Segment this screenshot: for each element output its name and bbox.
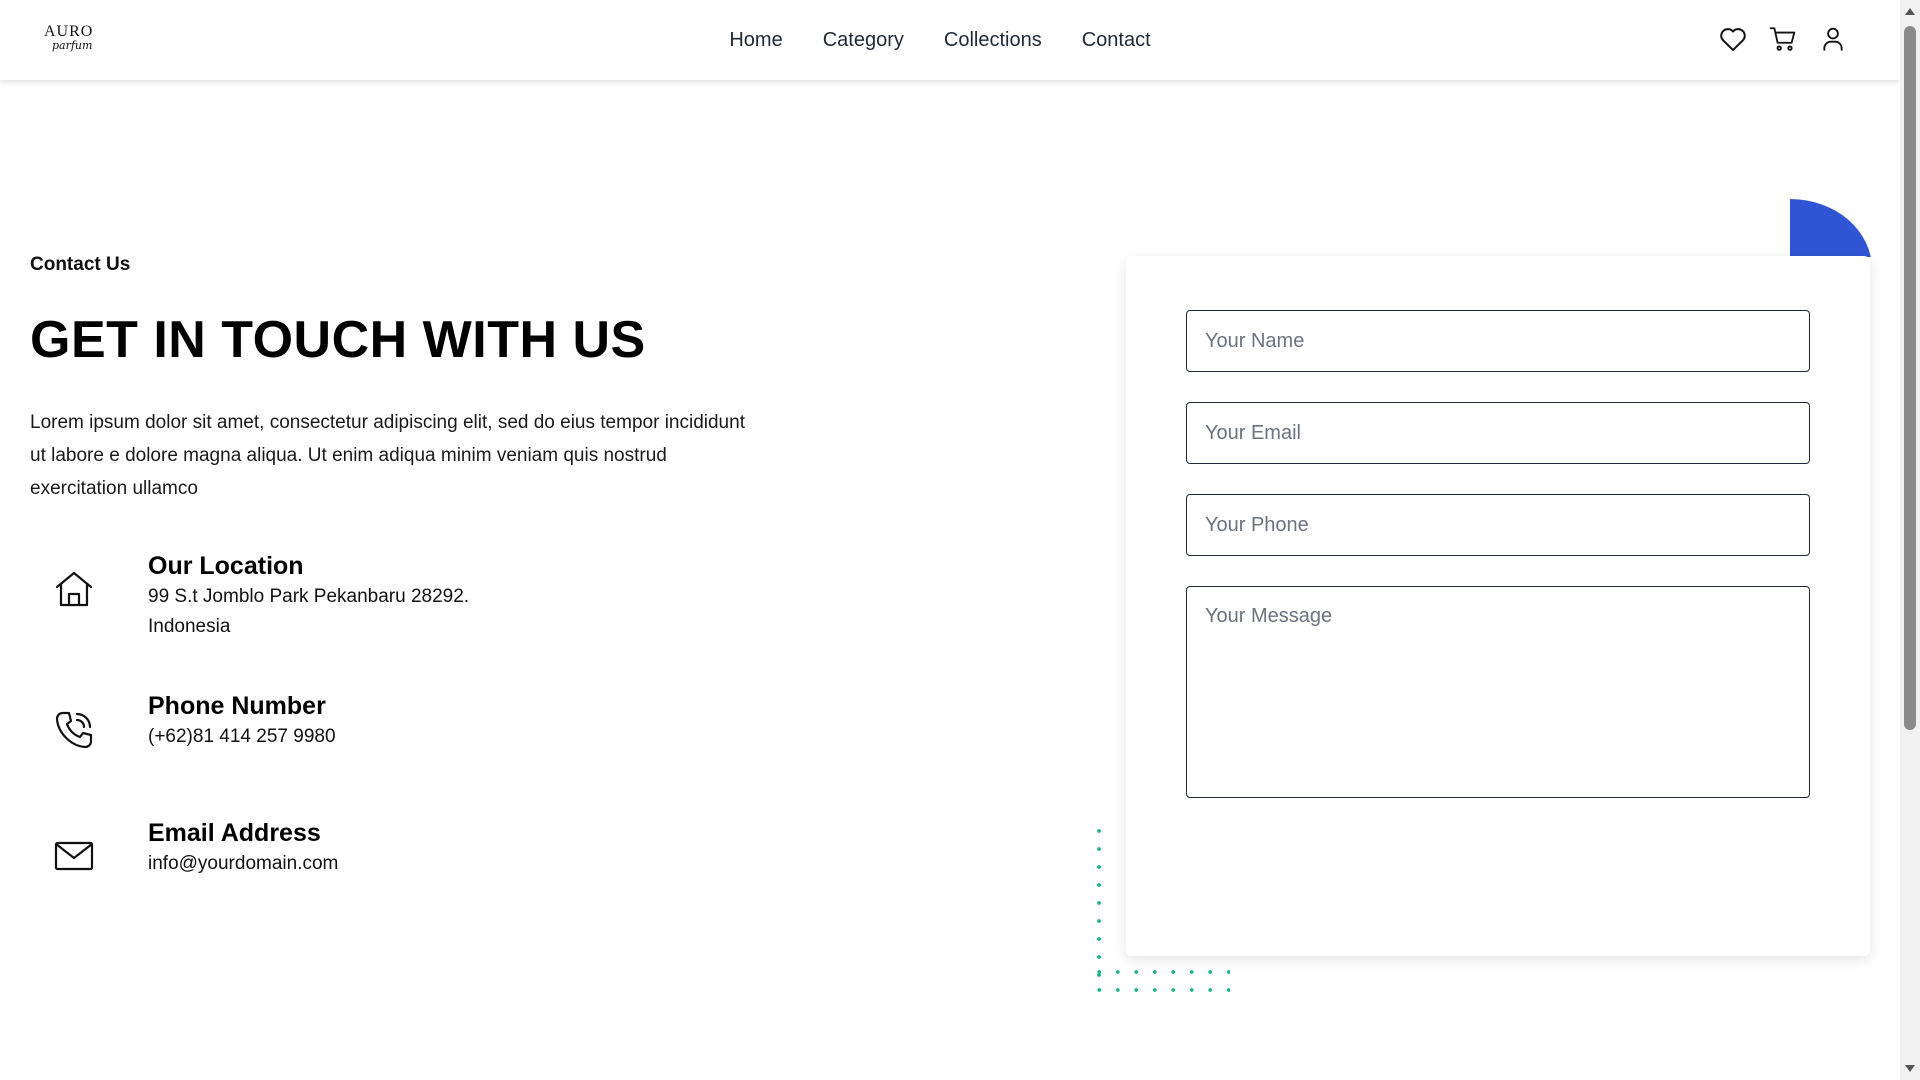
phone-info: Phone Number (+62)81 414 257 9980 (30, 690, 336, 752)
phone-number[interactable]: (+62)81 414 257 9980 (148, 722, 336, 752)
location-country: Indonesia (148, 616, 231, 637)
contact-form (1126, 256, 1870, 956)
section-eyebrow: Contact Us (30, 254, 131, 275)
decorative-dots-vertical (1090, 822, 1114, 982)
main-nav: Home Category Collections Contact (0, 0, 1900, 80)
message-textarea[interactable] (1186, 586, 1810, 798)
scroll-up-arrow-icon[interactable] (1905, 8, 1915, 15)
location-title: Our Location (148, 552, 304, 580)
intro-text: Lorem ipsum dolor sit amet, consectetur … (30, 412, 745, 499)
site-header: AURO parfum Home Category Collections Co… (0, 0, 1900, 80)
nav-home-link[interactable]: Home (729, 29, 782, 52)
email-address[interactable]: info@yourdomain.com (148, 849, 338, 879)
nav-collections-link[interactable]: Collections (944, 29, 1042, 52)
mail-icon (30, 817, 118, 879)
name-input[interactable] (1186, 310, 1810, 372)
page-scrollbar[interactable] (1900, 0, 1920, 1080)
location-address: 99 S.t Jomblo Park Pekanbaru 28292. (148, 586, 470, 607)
header-actions (1718, 24, 1848, 54)
phone-icon (30, 690, 118, 752)
decorative-dots-horizontal (1090, 963, 1230, 999)
phone-title: Phone Number (148, 692, 326, 720)
cart-icon[interactable] (1768, 24, 1798, 54)
nav-category-link[interactable]: Category (823, 29, 904, 52)
decorative-blue-shape (1790, 199, 1872, 257)
page-title: GET IN TOUCH WITH US (30, 311, 646, 369)
email-info: Email Address info@yourdomain.com (30, 817, 338, 879)
nav-contact-link[interactable]: Contact (1082, 29, 1151, 52)
phone-input[interactable] (1186, 494, 1810, 556)
user-icon[interactable] (1818, 24, 1848, 54)
scroll-down-arrow-icon[interactable] (1905, 1065, 1915, 1072)
heart-icon[interactable] (1718, 24, 1748, 54)
email-title: Email Address (148, 819, 321, 847)
scrollbar-thumb[interactable] (1904, 26, 1916, 730)
email-input[interactable] (1186, 402, 1810, 464)
location-info: Our Location 99 S.t Jomblo Park Pekanbar… (30, 550, 469, 642)
home-icon (30, 550, 118, 642)
